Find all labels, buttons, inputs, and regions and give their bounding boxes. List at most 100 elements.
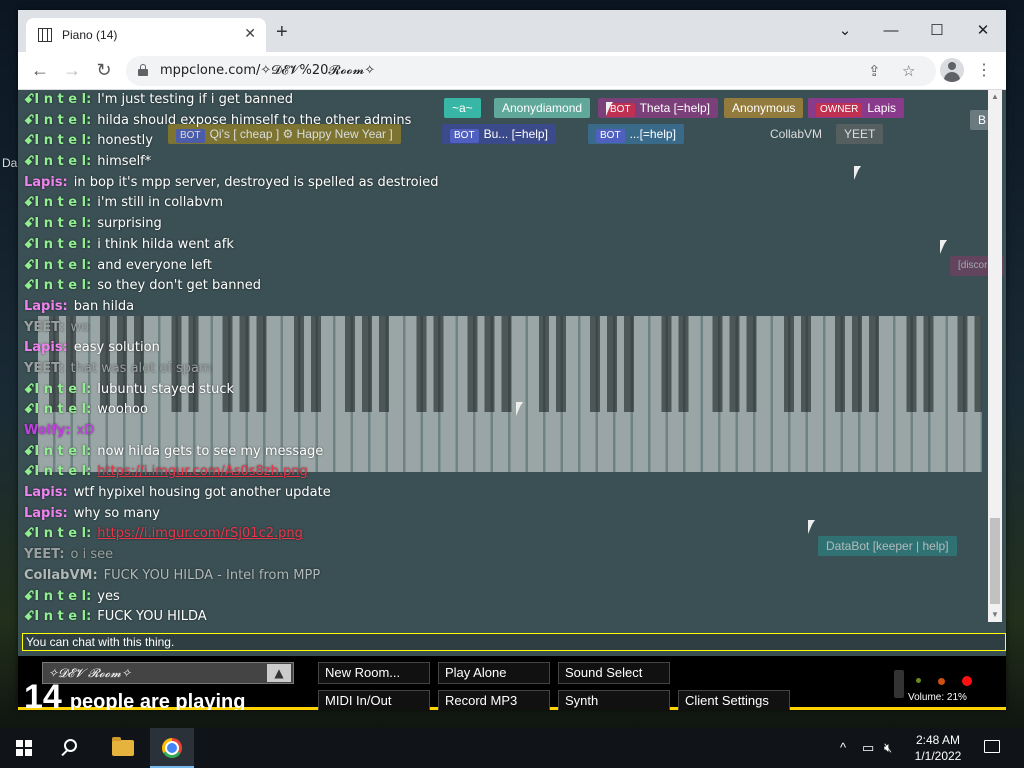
lock-icon[interactable] <box>138 64 148 76</box>
chat-text: xD <box>76 423 95 438</box>
player-count: 14 people are playing <box>24 680 245 710</box>
new-room-button[interactable]: New Room... <box>318 662 430 684</box>
chat-text: I'm just testing if i get banned <box>97 92 294 107</box>
volume-label: Volume: 21% <box>908 692 967 703</box>
close-window-button[interactable]: ✕ <box>960 16 1006 44</box>
scroll-up-icon[interactable]: ▲ <box>991 92 999 101</box>
tab-search-icon[interactable]: ⌄ <box>822 16 868 44</box>
chat-message: Lapis: wtf hypixel housing got another up… <box>24 483 984 504</box>
synth-button[interactable]: Synth <box>558 690 670 710</box>
mpp-page: ~a~ Anonydiamond BOT Theta [=help] Anonym… <box>18 90 1006 710</box>
chat-author: Lapis: <box>24 340 68 356</box>
record-mp3-button[interactable]: Record MP3 <box>438 690 550 710</box>
clock[interactable]: 2:48 AM 1/1/2022 <box>906 732 970 764</box>
chat-author: Wolfy: <box>24 423 71 438</box>
chat-message: ꗃI n t e l: FUCK YOU HILDA <box>24 607 984 628</box>
chat-link[interactable]: https://i.imgur.com/As0s8zh.png <box>97 464 307 479</box>
desktop-icon-label[interactable]: Da <box>2 156 17 170</box>
chat-message: ꗃI n t e l: yes <box>24 587 984 608</box>
chat-author: ꗃI n t e l: <box>24 195 92 211</box>
chat-text: i think hilda went afk <box>97 236 234 252</box>
chat-text: FUCK YOU HILDA <box>97 609 207 625</box>
chat-author: CollabVM: <box>24 567 98 583</box>
chat-text: lubuntu stayed stuck <box>97 381 235 397</box>
chevron-up-icon[interactable]: ▲ <box>267 664 291 682</box>
chat-text: ban hilda <box>73 298 135 314</box>
chrome-taskbar-button[interactable] <box>150 728 194 768</box>
chat-text: wtf hypixel housing got another update <box>73 485 331 501</box>
chat-message: ꗃI n t e l: I'm just testing if i get ban… <box>24 90 984 111</box>
bottom-controls: ✧𝓓𝓔𝓥 𝓡𝓸𝓸𝓶✧ ▲ 14 people are playing New Ro… <box>18 656 1006 710</box>
tab-strip: Piano (14) ✕ + ⌄ — ☐ ✕ <box>18 10 1006 52</box>
chrome-icon <box>162 738 182 758</box>
windows-start-icon[interactable] <box>16 740 32 756</box>
room-selector[interactable]: ✧𝓓𝓔𝓥 𝓡𝓸𝓸𝓶✧ ▲ <box>42 662 294 684</box>
play-alone-button[interactable]: Play Alone <box>438 662 550 684</box>
chat-author: Lapis: <box>24 298 68 314</box>
chat-message: ꗃI n t e l: lubuntu stayed stuck <box>24 380 984 401</box>
chat-message: Lapis: easy solution <box>24 338 984 359</box>
chat-author: ꗃI n t e l: <box>24 236 92 252</box>
network-icon[interactable]: ▭ <box>862 740 874 756</box>
scroll-thumb[interactable] <box>990 518 1000 604</box>
chat-messages: ꗃI n t e l: I'm just testing if i get ban… <box>24 90 984 624</box>
chat-author: Lapis: <box>24 505 68 521</box>
status-led-orange <box>938 678 945 685</box>
chat-message: CollabVM: FUCK YOU HILDA - Intel from MPP <box>24 566 984 587</box>
close-tab-icon[interactable]: ✕ <box>244 25 256 42</box>
scroll-down-icon[interactable]: ▼ <box>991 610 999 619</box>
chat-message: ꗃI n t e l: hilda should expose himself t… <box>24 111 984 132</box>
address-bar[interactable]: mppclone.com/✧𝓓𝓔𝓥%20𝓡𝓸𝓸𝓶✧ ⇪ ☆ <box>126 56 936 86</box>
sound-select-button[interactable]: Sound Select <box>558 662 670 684</box>
chat-message: Wolfy: xD <box>24 421 984 442</box>
tray-chevron-icon[interactable]: ^ <box>840 740 846 755</box>
client-settings-button[interactable]: Client Settings <box>678 690 790 710</box>
chat-text: surprising <box>97 216 162 232</box>
chat-author: ꗃI n t e l: <box>24 133 92 149</box>
chat-text: honestly <box>97 133 153 149</box>
bookmark-star-icon[interactable]: ☆ <box>902 62 915 80</box>
notification-icon[interactable] <box>984 740 1000 753</box>
chat-message: Lapis: ban hilda <box>24 297 984 318</box>
reload-button[interactable]: ↻ <box>92 60 116 81</box>
back-button[interactable]: ← <box>28 60 52 81</box>
chat-text: FUCK YOU HILDA - Intel from MPP <box>103 567 321 583</box>
chat-message: YEET: that was alot of spam <box>24 359 984 380</box>
chat-message: YEET: o i see <box>24 545 984 566</box>
forward-button[interactable]: → <box>60 60 84 81</box>
maximize-button[interactable]: ☐ <box>914 16 960 44</box>
chat-author: ꗃI n t e l: <box>24 278 92 294</box>
volume-slider[interactable] <box>894 670 904 698</box>
chat-text: that was alot of spam <box>70 360 212 376</box>
url-text[interactable]: mppclone.com/✧𝓓𝓔𝓥%20𝓡𝓸𝓸𝓶✧ <box>160 63 375 78</box>
tab-piano[interactable]: Piano (14) ✕ <box>26 18 266 52</box>
new-tab-button[interactable]: + <box>276 22 288 42</box>
search-icon[interactable] <box>64 739 77 752</box>
speaker-muted-icon[interactable]: 🔇︎ <box>884 740 892 756</box>
midi-button[interactable]: MIDI In/Out <box>318 690 430 710</box>
share-icon[interactable]: ⇪ <box>868 62 881 80</box>
chat-author: Lapis: <box>24 485 68 501</box>
minimize-button[interactable]: — <box>868 16 914 44</box>
browser-toolbar: ← → ↻ mppclone.com/✧𝓓𝓔𝓥%20𝓡𝓸𝓸𝓶✧ ⇪ ☆ ⋮ <box>18 52 1006 90</box>
chat-message: ꗃI n t e l: so they don't get banned <box>24 276 984 297</box>
chat-input[interactable]: You can chat with this thing. <box>22 633 1006 651</box>
chat-text: himself* <box>97 154 152 170</box>
chat-author: ꗃI n t e l: <box>24 154 92 170</box>
piano-icon <box>38 28 52 42</box>
chat-scrollbar[interactable]: ▲ ▼ <box>988 90 1002 622</box>
clock-date: 1/1/2022 <box>914 749 962 763</box>
chat-link[interactable]: https://i.imgur.com/rSj01c2.png <box>97 526 303 541</box>
profile-icon[interactable] <box>940 58 964 82</box>
tab-title: Piano (14) <box>62 28 118 42</box>
taskbar: ^ ▭ 🔇︎ 2:48 AM 1/1/2022 <box>0 728 1024 768</box>
file-explorer-icon[interactable] <box>112 737 134 756</box>
chat-message: ꗃI n t e l: https://i.imgur.com/rSj01c2.p… <box>24 524 984 545</box>
chat-text: yes <box>97 588 120 604</box>
chat-message: Lapis: in bop it's mpp server, destroyed … <box>24 173 984 194</box>
kebab-menu-icon[interactable]: ⋮ <box>976 60 992 80</box>
chat-author: ꗃI n t e l: <box>24 92 92 107</box>
chat-author: YEET: <box>24 319 65 335</box>
chat-author: ꗃI n t e l: <box>24 216 92 232</box>
chat-message: ꗃI n t e l: himself* <box>24 152 984 173</box>
